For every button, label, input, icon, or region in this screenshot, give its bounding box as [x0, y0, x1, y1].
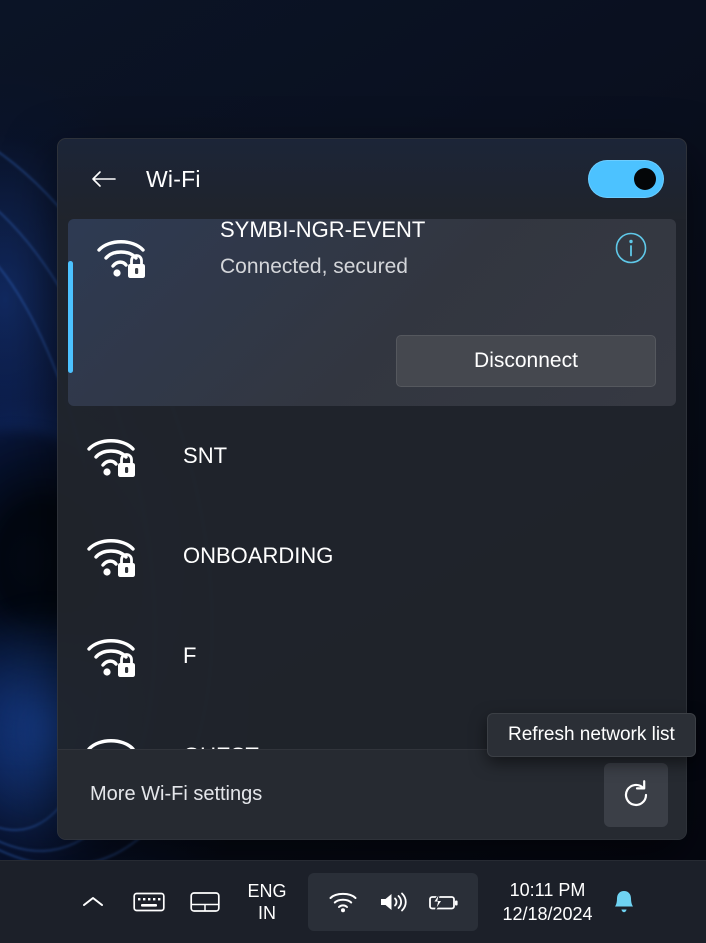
quick-settings-button[interactable] — [308, 873, 479, 931]
network-list-item[interactable]: F — [58, 606, 686, 706]
network-list-item[interactable]: S NT — [58, 406, 686, 506]
back-arrow-icon[interactable] — [86, 162, 120, 196]
battery-charging-icon[interactable] — [423, 881, 463, 923]
connection-status: Connected, secured — [220, 255, 408, 278]
refresh-icon — [624, 779, 648, 806]
ssid-suffix: NT — [197, 443, 228, 468]
taskbar: ENG IN 10:11 PM 12/18/2024 — [0, 860, 706, 943]
language-indicator[interactable]: ENG IN — [247, 880, 286, 925]
disconnect-button[interactable]: Disconnect — [396, 335, 656, 387]
page-title: Wi-Fi — [146, 165, 201, 192]
network-ssid: F — [183, 643, 196, 669]
toggle-knob — [634, 168, 656, 190]
wifi-secured-icon — [85, 730, 143, 749]
clock-date: 12/18/2024 — [502, 904, 593, 924]
touchpad-icon[interactable] — [183, 875, 227, 929]
keyboard-icon[interactable] — [127, 875, 171, 929]
connected-ssid: SYMBI-NGR-EVENT — [220, 219, 426, 242]
bell-icon[interactable] — [607, 882, 641, 922]
language-line-2: IN — [257, 903, 276, 923]
wifi-toggle[interactable] — [588, 160, 664, 198]
network-list[interactable]: SYMBI-NGR-EVENT Connected, secured Disco… — [58, 219, 686, 749]
wifi-secured-icon — [85, 530, 143, 582]
refresh-network-list-button[interactable] — [604, 762, 668, 827]
info-icon[interactable] — [614, 231, 648, 265]
network-ssid: S NT — [183, 443, 227, 469]
wifi-secured-icon — [95, 231, 153, 283]
wifi-secured-icon — [85, 430, 143, 482]
wifi-secured-icon — [85, 630, 143, 682]
ssid-prefix: S — [183, 443, 198, 468]
wifi-icon[interactable] — [323, 881, 363, 923]
selection-accent-bar — [68, 261, 73, 373]
connected-network-card[interactable]: SYMBI-NGR-EVENT Connected, secured Disco… — [68, 219, 676, 406]
language-line-1: ENG — [247, 880, 287, 901]
clock-time: 10:11 PM — [509, 879, 586, 900]
network-ssid: ONBOARDING — [183, 543, 333, 569]
more-wifi-settings-link[interactable]: More Wi-Fi settings — [90, 783, 262, 806]
network-list-item[interactable]: ONBOARDING — [58, 506, 686, 606]
panel-header: Wi-Fi — [58, 139, 686, 219]
volume-icon[interactable] — [373, 881, 413, 923]
taskbar-tray-area: ENG IN 10:11 PM 12/18/2024 — [65, 873, 640, 931]
clock[interactable]: 10:11 PM 12/18/2024 — [502, 878, 592, 927]
panel-footer: More Wi-Fi settings — [58, 749, 686, 839]
ssid-suffix: ONBOARDING — [183, 543, 334, 568]
tooltip: Refresh network list — [487, 713, 696, 757]
chevron-up-icon[interactable] — [71, 875, 115, 929]
ssid-suffix: F — [183, 643, 197, 668]
